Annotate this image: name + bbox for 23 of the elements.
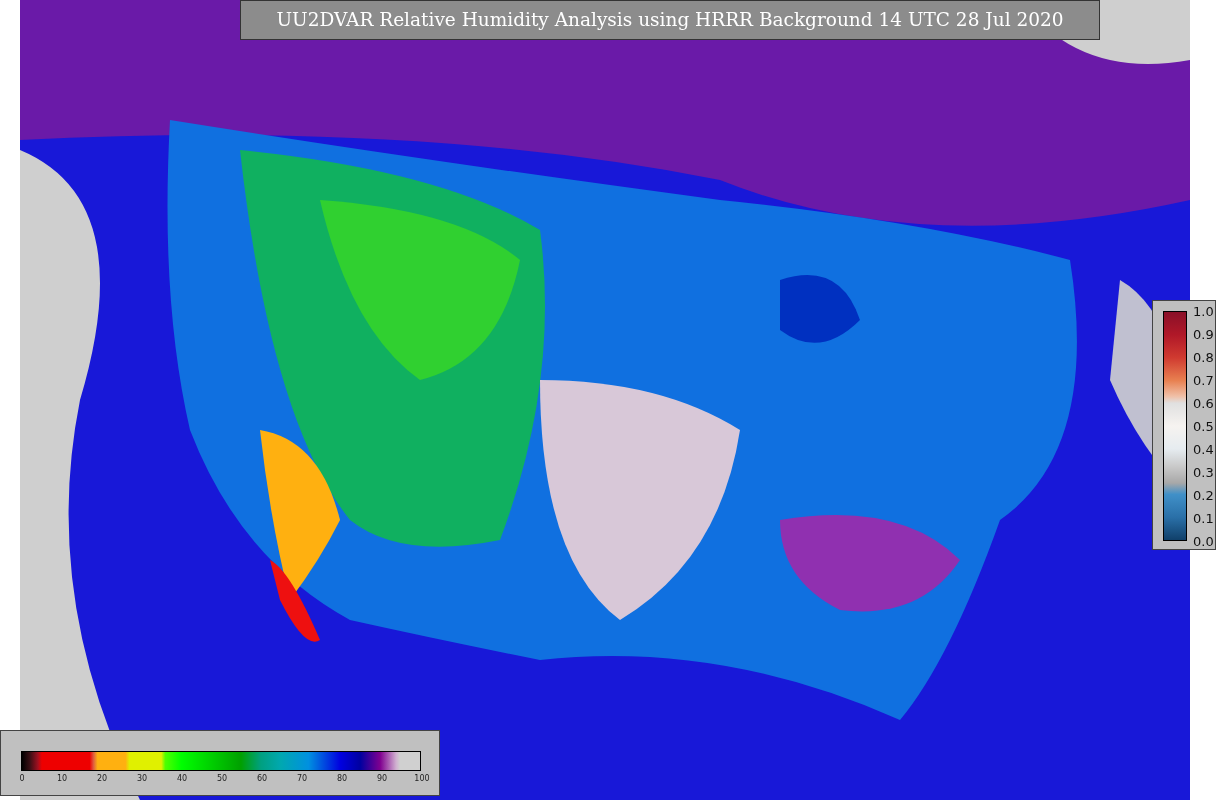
- tick-label: 100: [414, 773, 430, 785]
- tick-label: 0.9: [1193, 326, 1214, 345]
- tick-label: 10: [56, 773, 68, 785]
- tick-label: 0.8: [1193, 349, 1214, 368]
- tick-label: 0.0: [1193, 533, 1214, 552]
- tick-label: 70: [296, 773, 308, 785]
- tick-label: 0.1: [1193, 510, 1214, 529]
- tick-label: 0.3: [1193, 464, 1214, 483]
- tick-label: 1.0: [1193, 303, 1214, 322]
- tick-label: 90: [376, 773, 388, 785]
- tick-label: 30: [136, 773, 148, 785]
- tick-label: 20: [96, 773, 108, 785]
- tick-label: 0.4: [1193, 441, 1214, 460]
- tick-label: 0.7: [1193, 372, 1214, 391]
- tick-label: 0: [19, 773, 25, 785]
- tick-label: 0.2: [1193, 487, 1214, 506]
- tick-label: 80: [336, 773, 348, 785]
- tick-label: 0.6: [1193, 395, 1214, 414]
- tick-label: 60: [256, 773, 268, 785]
- map-title: UU2DVAR Relative Humidity Analysis using HRRR Background 14 UTC 28 Jul 2020: [240, 0, 1100, 40]
- tick-label: 50: [216, 773, 228, 785]
- tick-label: 40: [176, 773, 188, 785]
- tick-label: 0.5: [1193, 418, 1214, 437]
